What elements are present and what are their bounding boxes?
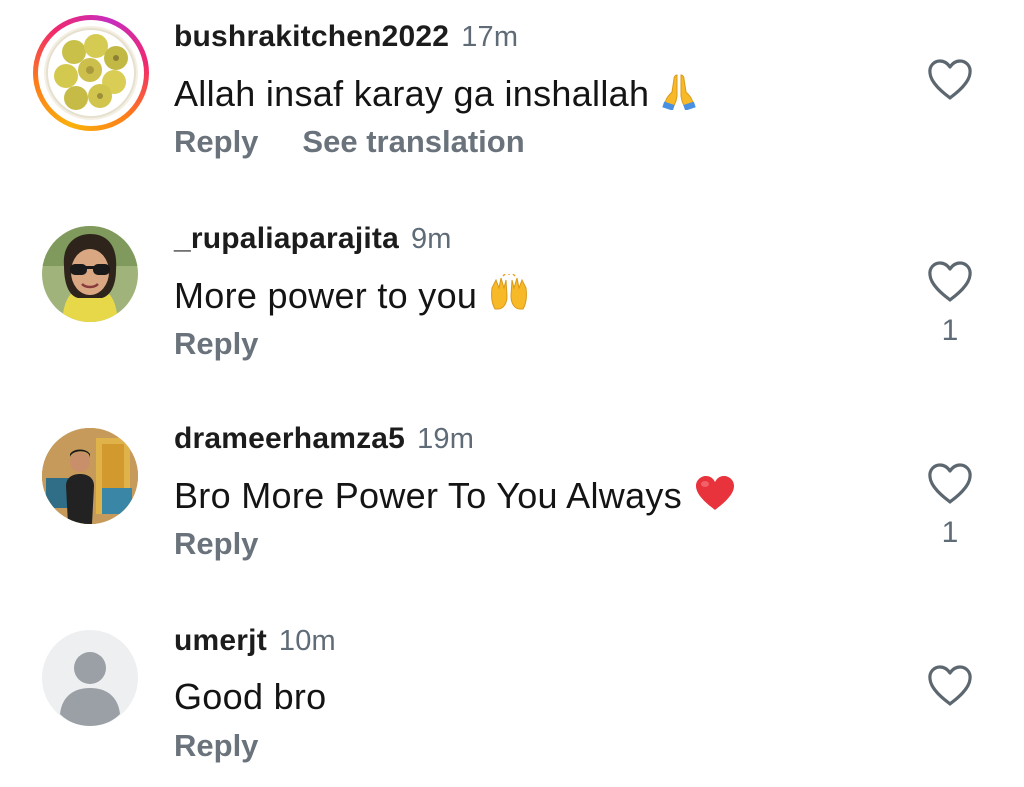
heart-outline-icon[interactable] <box>926 260 974 304</box>
comment-item: bushrakitchen2022 17m Allah insaf karay g… <box>0 0 1024 170</box>
avatar[interactable] <box>42 226 138 322</box>
see-translation-button[interactable]: See translation <box>302 124 524 159</box>
comment-text: Bro More Power To You Always <box>174 474 736 521</box>
like-button[interactable] <box>926 664 974 708</box>
comment-text: Allah insaf karay ga inshallah <box>174 72 697 119</box>
reply-button[interactable]: Reply <box>174 326 258 361</box>
comment-body: Good bro <box>174 676 327 717</box>
comment-username[interactable]: drameerhamza5 19m <box>174 422 474 456</box>
like-button[interactable] <box>926 58 974 102</box>
comment-body: Bro More Power To You Always <box>174 475 683 516</box>
reply-button[interactable]: Reply <box>174 124 258 159</box>
username-text[interactable]: umerjt <box>174 624 267 657</box>
comment-time: 17m <box>461 21 519 53</box>
like-count[interactable]: 1 <box>926 516 974 550</box>
comment-time: 9m <box>410 223 452 255</box>
story-ring[interactable] <box>33 15 149 131</box>
username-text[interactable]: bushrakitchen2022 <box>174 20 449 53</box>
comment-username[interactable]: _rupaliaparajita 9m <box>174 222 452 256</box>
comment-username[interactable]: bushrakitchen2022 17m <box>174 20 518 54</box>
red-heart-icon <box>694 474 736 521</box>
raising-hands-icon <box>489 273 529 321</box>
like-button[interactable] <box>926 462 974 506</box>
comment-item: drameerhamza5 19m Bro More Power To You A… <box>0 402 1024 572</box>
avatar[interactable] <box>42 630 138 726</box>
comment-text: More power to you <box>174 273 529 321</box>
comment-time: 10m <box>278 625 336 657</box>
avatar[interactable] <box>42 428 138 524</box>
heart-outline-icon[interactable] <box>926 58 974 102</box>
reply-button[interactable]: Reply <box>174 526 258 561</box>
comment-time: 19m <box>417 423 475 455</box>
reply-button[interactable]: Reply <box>174 728 258 763</box>
comment-body: More power to you <box>174 275 478 316</box>
username-text[interactable]: drameerhamza5 <box>174 422 405 455</box>
comment-text: Good bro <box>174 676 327 718</box>
heart-outline-icon[interactable] <box>926 664 974 708</box>
comment-actions: Reply See translation <box>174 124 525 160</box>
username-text[interactable]: _rupaliaparajita <box>174 222 399 255</box>
like-button[interactable] <box>926 260 974 304</box>
person-silhouette-icon <box>42 630 138 726</box>
comment-item: _rupaliaparajita 9m More power to you Rep… <box>0 200 1024 370</box>
comment-username[interactable]: umerjt 10m <box>174 624 336 658</box>
folded-hands-icon <box>661 72 697 119</box>
comment-item: umerjt 10m Good bro Reply <box>0 604 1024 774</box>
avatar[interactable] <box>44 26 138 120</box>
like-count[interactable]: 1 <box>926 314 974 348</box>
heart-outline-icon[interactable] <box>926 462 974 506</box>
comment-actions: Reply <box>174 526 258 562</box>
comment-actions: Reply <box>174 326 258 362</box>
comment-body: Allah insaf karay ga inshallah <box>174 73 650 114</box>
comment-actions: Reply <box>174 728 258 764</box>
